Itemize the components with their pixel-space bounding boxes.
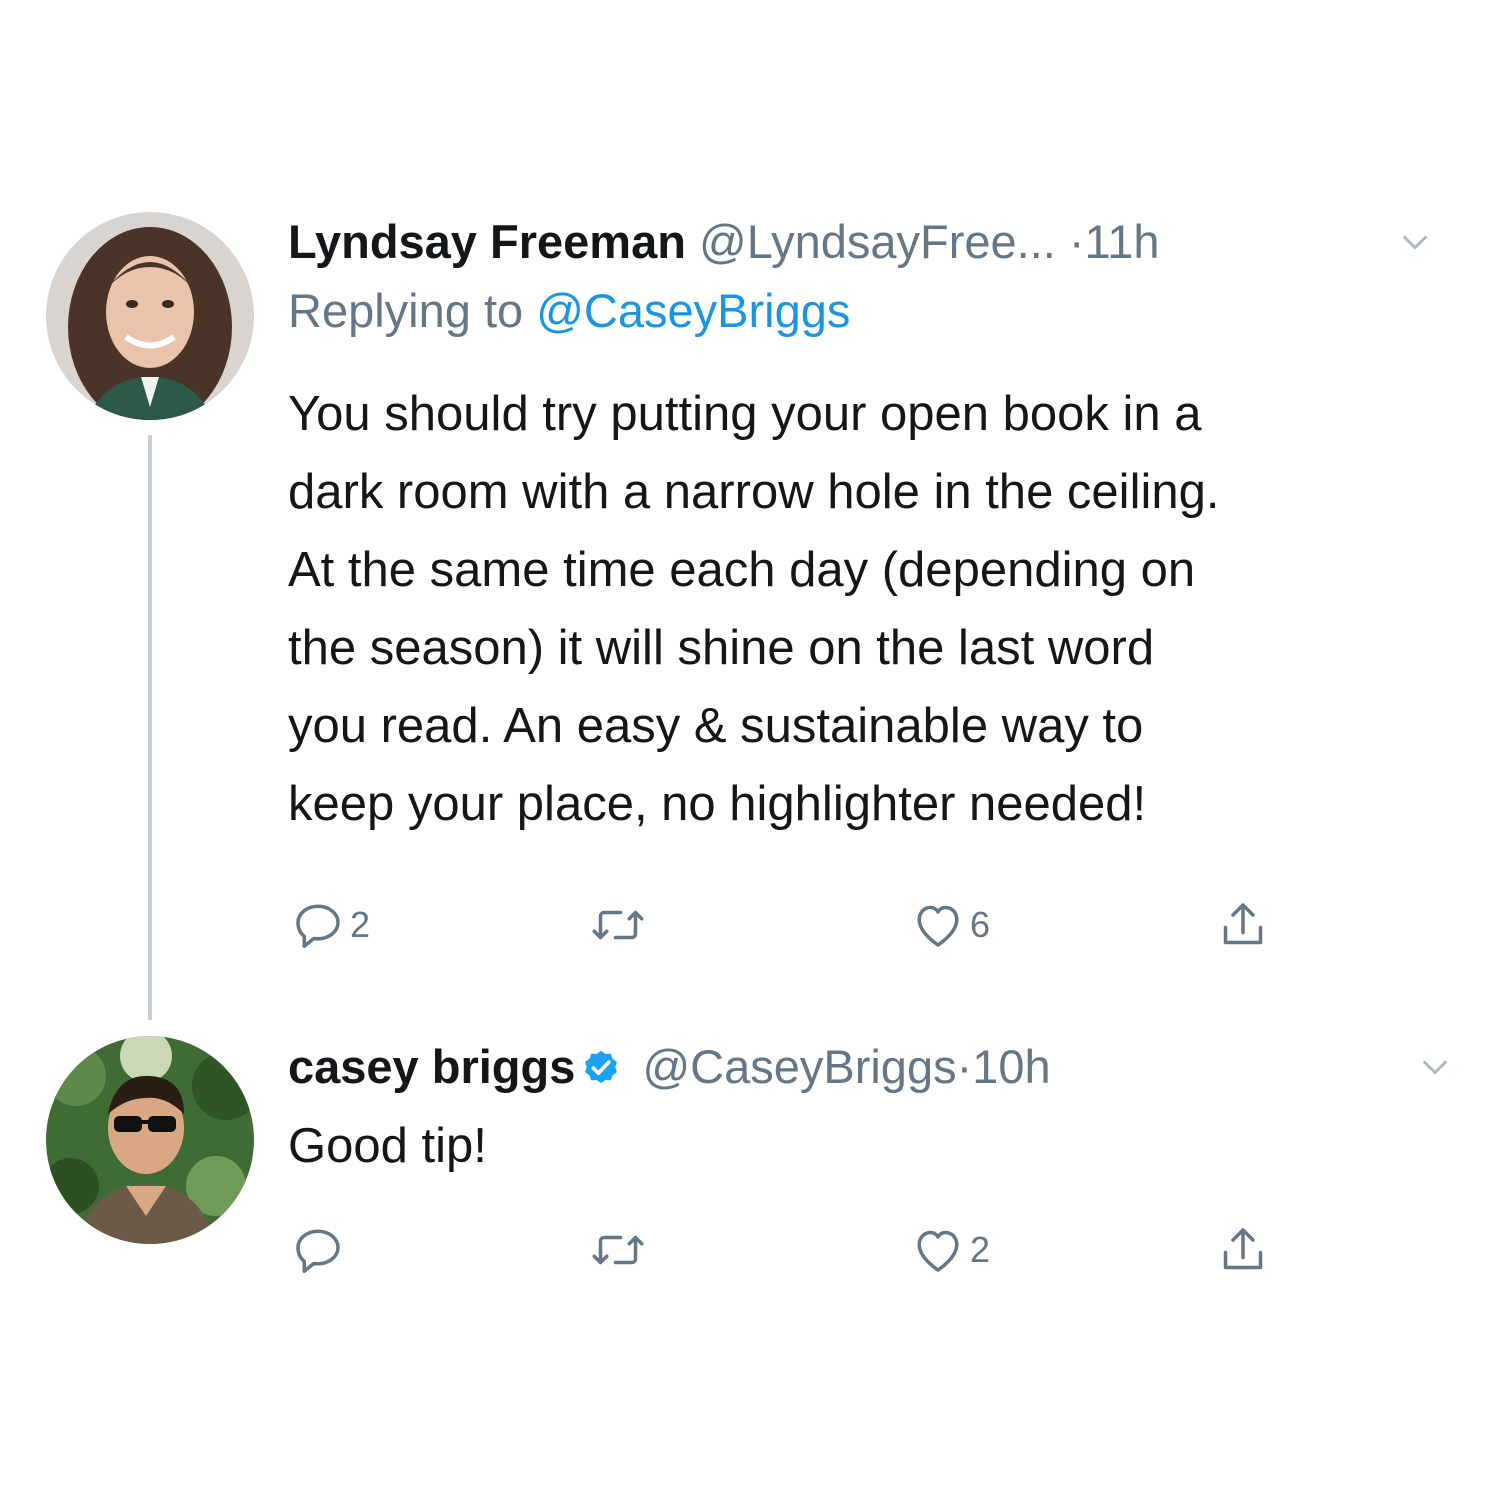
separator-dot: ·	[1068, 215, 1085, 268]
tweet-actions: 2	[288, 1215, 1288, 1285]
tweet-text-line: You should try putting your open book in…	[288, 387, 1202, 441]
tweet-text: Good tip!	[288, 1110, 1464, 1182]
timestamp[interactable]: 10h	[972, 1040, 1050, 1093]
verified-badge-icon	[585, 1050, 618, 1084]
author-handle[interactable]: @CaseyBriggs	[642, 1040, 956, 1093]
share-button[interactable]	[1213, 890, 1273, 960]
tweet-actions: 2 6	[288, 890, 1288, 960]
tweet-text: You should try putting your open book in…	[288, 375, 1464, 843]
tweet-text-line: At the same time each day (depending on	[288, 543, 1196, 597]
like-count: 2	[970, 1229, 991, 1270]
reply-button[interactable]: 2	[288, 890, 370, 960]
author-name[interactable]: casey briggs	[288, 1040, 575, 1093]
like-button[interactable]: 6	[908, 890, 990, 960]
replying-prefix: Replying to	[288, 284, 537, 337]
tweet-text-line: you read. An easy & sustainable way to	[288, 699, 1144, 753]
chevron-down-icon[interactable]	[1398, 225, 1432, 259]
like-count: 6	[970, 904, 991, 945]
retweet-icon	[592, 910, 644, 940]
tweet-header: casey briggs @CaseyBriggs·10h	[288, 1030, 1464, 1104]
reply-icon	[296, 1229, 340, 1273]
thread-connector-line	[148, 435, 152, 1020]
tweet-content: casey briggs @CaseyBriggs·10h Good tip!	[288, 1030, 1464, 1182]
tweet-text-line: Good tip!	[288, 1119, 487, 1173]
tweet-thread: Lyndsay Freeman @LyndsayFree... ·11h Rep…	[0, 0, 1500, 1500]
tweet-content: Lyndsay Freeman @LyndsayFree... ·11h Rep…	[288, 205, 1464, 843]
replying-handle-link[interactable]: @CaseyBriggs	[536, 284, 850, 337]
author-handle[interactable]: @LyndsayFree...	[699, 215, 1056, 268]
heart-icon	[917, 905, 959, 947]
retweet-button[interactable]	[588, 1215, 650, 1285]
share-icon	[1223, 903, 1263, 945]
reply-count: 2	[350, 904, 371, 945]
retweet-button[interactable]	[588, 890, 650, 960]
reply-icon	[296, 904, 340, 948]
share-button[interactable]	[1213, 1215, 1273, 1285]
tweet-text-line: the season) it will shine on the last wo…	[288, 621, 1155, 675]
tweet-text-line: dark room with a narrow hole in the ceil…	[288, 465, 1220, 519]
separator-dot: ·	[956, 1040, 973, 1093]
tweet-text-line: keep your place, no highlighter needed!	[288, 777, 1147, 831]
heart-icon	[917, 1230, 959, 1272]
reply-button[interactable]	[288, 1215, 350, 1285]
tweet-header: Lyndsay Freeman @LyndsayFree... ·11h	[288, 205, 1464, 279]
share-icon	[1223, 1228, 1263, 1270]
chevron-down-icon[interactable]	[1418, 1050, 1452, 1084]
replying-to: Replying to @CaseyBriggs	[288, 281, 1464, 341]
avatar[interactable]	[46, 212, 254, 420]
avatar[interactable]	[46, 1036, 254, 1244]
like-button[interactable]: 2	[908, 1215, 990, 1285]
author-name[interactable]: Lyndsay Freeman	[288, 215, 686, 268]
retweet-icon	[592, 1235, 644, 1265]
timestamp[interactable]: 11h	[1085, 215, 1160, 268]
